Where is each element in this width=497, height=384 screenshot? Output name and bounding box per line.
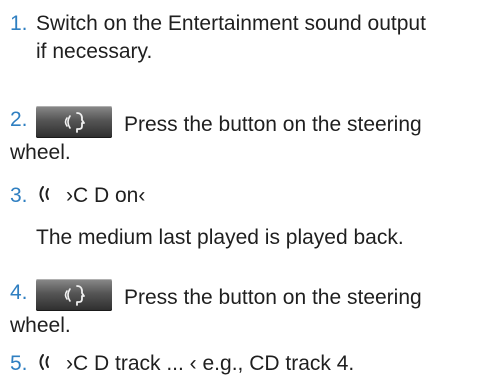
step-text-line-2: wheel.: [10, 141, 71, 164]
step-4: 4. Press the button on the steering whee…: [10, 279, 490, 340]
step-text: ›C D on‹: [36, 182, 490, 210]
step-text-line-2: wheel.: [10, 314, 71, 337]
step-number: 5.: [10, 352, 28, 375]
voice-command-icon: [36, 183, 58, 205]
voice-command-text: ›C D track ... ‹ e.g., CD track 4.: [66, 352, 355, 375]
step-3: 3. ›C D on‹: [10, 182, 490, 210]
step-text: Press the button on the steering wheel.: [10, 279, 490, 340]
step-number: 4.: [10, 281, 28, 304]
step-number: 2.: [10, 108, 28, 131]
step-text-line-1: Press the button on the steering: [36, 279, 490, 312]
step-text-line-2: if necessary.: [36, 40, 153, 63]
step-5: 5. ›C D track ... ‹ e.g., CD track 4.: [10, 350, 490, 378]
step-text: Switch on the Entertainment sound output…: [36, 10, 490, 66]
step-3-result: The medium last played is played back.: [36, 226, 404, 249]
step-text-line-1: Press the button on the steering: [36, 106, 490, 139]
voice-command-text: ›C D on‹: [66, 184, 146, 207]
step-2: 2. Press the button on the steering whee…: [10, 106, 490, 167]
voice-command-icon: [36, 351, 58, 373]
step-text-line-1: Switch on the Entertainment sound output: [36, 12, 426, 35]
step-text-line-1-label: Press the button on the steering: [124, 286, 422, 309]
voice-button-icon: [36, 106, 112, 138]
step-number: 3.: [10, 184, 28, 207]
step-text: ›C D track ... ‹ e.g., CD track 4.: [36, 350, 490, 378]
step-number: 1.: [10, 12, 28, 35]
step-1: 1. Switch on the Entertainment sound out…: [10, 10, 490, 66]
step-text-line-1-label: Press the button on the steering: [124, 113, 422, 136]
voice-button-icon: [36, 279, 112, 311]
step-text: Press the button on the steering wheel.: [10, 106, 490, 167]
